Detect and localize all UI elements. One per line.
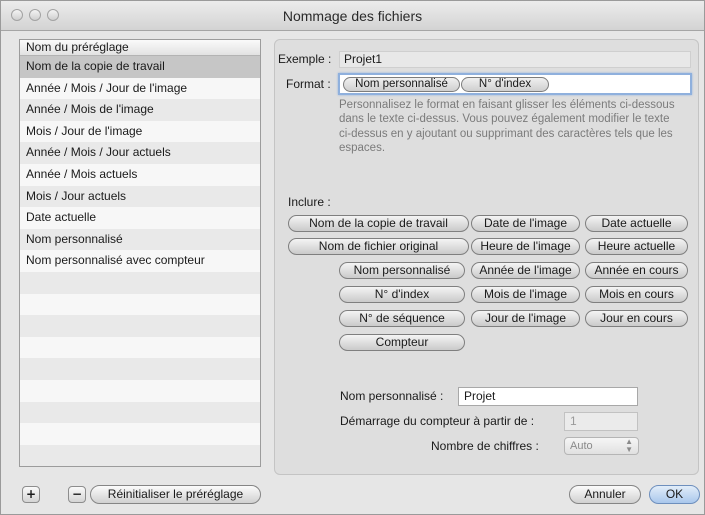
preset-list-empty-row xyxy=(20,358,260,380)
counter-start-field[interactable]: 1 xyxy=(564,412,638,431)
preset-list-empty-row xyxy=(20,293,260,316)
include-index-number[interactable]: N° d'index xyxy=(339,286,465,303)
preset-list-empty-row xyxy=(20,336,260,359)
example-label: Exemple : xyxy=(278,52,332,66)
preset-list[interactable]: Nom du préréglage Nom de la copie de tra… xyxy=(19,39,261,467)
example-field: Projet1 xyxy=(339,51,691,68)
digits-label: Nombre de chiffres : xyxy=(431,439,539,453)
preset-list-item[interactable]: Date actuelle xyxy=(20,207,260,229)
preset-list-header[interactable]: Nom du préréglage xyxy=(20,40,260,56)
format-field[interactable]: Nom personnalisé N° d'index xyxy=(338,73,692,95)
reset-preset-button[interactable]: Réinitialiser le préréglage xyxy=(90,485,261,504)
preset-list-empty-row xyxy=(20,444,260,466)
remove-preset-button[interactable]: − xyxy=(68,486,86,503)
include-image-year[interactable]: Année de l'image xyxy=(471,262,580,279)
preset-list-empty-row xyxy=(20,315,260,337)
include-sequence-number[interactable]: N° de séquence xyxy=(339,310,465,327)
include-image-time[interactable]: Heure de l'image xyxy=(471,238,580,255)
custom-name-field[interactable]: Projet xyxy=(458,387,638,406)
preset-list-item[interactable]: Année / Mois / Jour de l'image xyxy=(20,77,260,100)
digits-select-value: Auto xyxy=(570,440,593,452)
window-title: Nommage des fichiers xyxy=(282,8,423,24)
include-current-date[interactable]: Date actuelle xyxy=(585,215,688,232)
preset-list-item[interactable]: Année / Mois / Jour actuels xyxy=(20,142,260,164)
cancel-button[interactable]: Annuler xyxy=(569,485,641,504)
file-naming-window: Nommage des fichiers Nom du préréglage N… xyxy=(0,0,705,515)
include-image-month[interactable]: Mois de l'image xyxy=(471,286,580,303)
include-counter[interactable]: Compteur xyxy=(339,334,465,351)
preset-list-empty-row xyxy=(20,271,260,294)
include-current-year[interactable]: Année en cours xyxy=(585,262,688,279)
digits-select[interactable]: Auto ▲ ▼ xyxy=(564,437,639,455)
include-current-time[interactable]: Heure actuelle xyxy=(585,238,688,255)
include-original-filename[interactable]: Nom de fichier original xyxy=(288,238,469,255)
format-token[interactable]: N° d'index xyxy=(461,77,549,92)
add-preset-button[interactable]: + xyxy=(22,486,40,503)
include-label: Inclure : xyxy=(288,195,331,209)
format-label: Format : xyxy=(286,77,331,91)
include-image-date[interactable]: Date de l'image xyxy=(471,215,580,232)
preset-list-item[interactable]: Mois / Jour actuels xyxy=(20,185,260,208)
preset-list-empty-row xyxy=(20,379,260,402)
include-current-month[interactable]: Mois en cours xyxy=(585,286,688,303)
ok-button[interactable]: OK xyxy=(649,485,700,504)
help-text: Personnalisez le format en faisant gliss… xyxy=(339,99,675,154)
preset-list-item[interactable]: Année / Mois actuels xyxy=(20,163,260,186)
include-working-copy-name[interactable]: Nom de la copie de travail xyxy=(288,215,469,232)
custom-name-label: Nom personnalisé : xyxy=(340,389,444,403)
preset-list-item[interactable]: Nom de la copie de travail xyxy=(20,56,260,78)
include-current-day[interactable]: Jour en cours xyxy=(585,310,688,327)
include-custom-name[interactable]: Nom personnalisé xyxy=(339,262,465,279)
counter-start-label: Démarrage du compteur à partir de : xyxy=(340,414,535,428)
include-image-day[interactable]: Jour de l'image xyxy=(471,310,580,327)
preset-rows: Nom de la copie de travail Année / Mois /… xyxy=(20,56,260,466)
format-token[interactable]: Nom personnalisé xyxy=(343,77,460,92)
preset-list-empty-row xyxy=(20,423,260,445)
updown-arrows-icon: ▲ ▼ xyxy=(625,437,633,454)
preset-list-item[interactable]: Mois / Jour de l'image xyxy=(20,120,260,143)
preset-list-item[interactable]: Nom personnalisé avec compteur xyxy=(20,250,260,272)
preset-list-item[interactable]: Nom personnalisé xyxy=(20,228,260,251)
preset-list-item[interactable]: Année / Mois de l'image xyxy=(20,99,260,121)
title-bar: Nommage des fichiers xyxy=(1,1,704,31)
preset-list-empty-row xyxy=(20,401,260,424)
